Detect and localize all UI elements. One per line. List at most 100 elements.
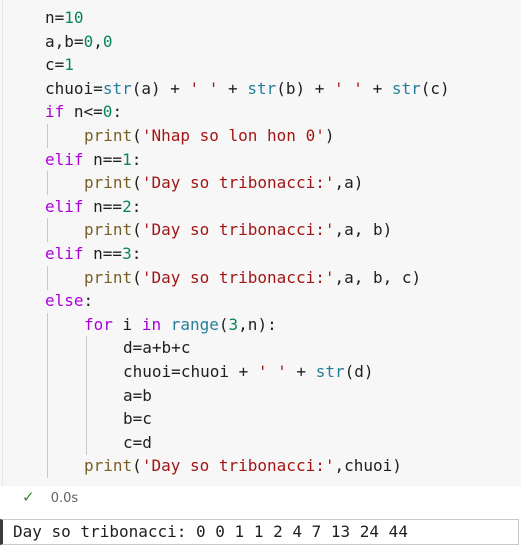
code-line[interactable]: chuoi=str(a) + ' ' + str(b) + ' ' + str(…	[45, 77, 450, 101]
code-token: n	[45, 8, 55, 27]
indent-guide	[47, 336, 48, 361]
indent-guide	[47, 218, 48, 243]
code-token: =	[132, 385, 143, 405]
code-token: 0	[102, 102, 113, 122]
indent-guide	[86, 336, 87, 361]
code-token: print	[84, 126, 133, 145]
code-line[interactable]: b=c	[123, 407, 152, 431]
code-line[interactable]: print('Nhap so lon hon 0')	[84, 124, 334, 148]
code-token: str	[315, 362, 345, 381]
code-token: (	[218, 314, 229, 334]
code-token: ' '	[189, 78, 219, 98]
indent-guide	[47, 171, 48, 196]
code-token: for	[84, 314, 113, 334]
code-line[interactable]: a,b=0,0	[45, 30, 112, 54]
code-token: n==	[83, 149, 123, 169]
output-text: Day so tribonacci: 0 0 1 1 2 4 7 13 24 4…	[13, 522, 408, 541]
code-token: in	[141, 314, 162, 334]
code-line[interactable]: print('Day so tribonacci:',chuoi)	[84, 454, 402, 478]
code-token: elif	[45, 149, 84, 169]
code-token: chuoi +	[180, 362, 258, 381]
code-token: )	[324, 126, 335, 145]
code-token: print	[84, 220, 133, 240]
code-token: b	[64, 31, 74, 51]
code-token: (d)	[344, 362, 374, 381]
code-line[interactable]: elif n==2:	[45, 195, 141, 219]
code-token: ,a, b, c)	[334, 267, 422, 287]
code-token: a+b+c	[142, 338, 191, 358]
code-line[interactable]: for i in range(3,n):	[84, 313, 277, 337]
code-line[interactable]: c=d	[123, 431, 152, 455]
code-token: =	[132, 409, 143, 429]
cell-status: ✓ 0.0s	[22, 487, 78, 507]
code-token: chuoi	[123, 362, 172, 381]
code-token: 2	[122, 196, 132, 216]
indent-guide	[47, 312, 48, 337]
code-line[interactable]: chuoi=chuoi + ' ' + str(d)	[123, 360, 374, 384]
code-token: a	[45, 31, 55, 51]
code-token: str	[102, 78, 132, 98]
code-token: if	[45, 102, 65, 122]
indent-guide	[47, 360, 48, 384]
execution-duration: 0.0s	[50, 491, 79, 506]
code-token: =	[73, 31, 84, 51]
code-token: b	[123, 409, 133, 429]
code-token: 1	[122, 149, 132, 169]
code-line[interactable]: a=b	[123, 384, 152, 408]
indent-guide	[47, 454, 48, 479]
code-token: chuoi	[45, 78, 94, 98]
code-token: print	[84, 173, 133, 193]
code-token: :	[112, 102, 123, 122]
code-line[interactable]: print('Day so tribonacci:',a, b, c)	[84, 266, 421, 290]
code-token: :	[131, 196, 142, 216]
indent-guide	[86, 360, 87, 384]
code-line[interactable]: if n<=0:	[45, 100, 122, 124]
code-token: 'Day so tribonacci:'	[141, 267, 335, 287]
code-token: c	[142, 409, 152, 429]
code-line[interactable]: else:	[45, 289, 93, 313]
code-token: n==	[83, 244, 123, 263]
code-line[interactable]: d=a+b+c	[123, 336, 190, 360]
code-line[interactable]: print('Day so tribonacci:',a, b)	[84, 218, 392, 242]
code-token: 10	[64, 8, 84, 27]
code-token: :	[131, 244, 142, 263]
code-line[interactable]: elif n==1:	[45, 148, 141, 172]
code-token: (	[132, 126, 142, 145]
check-icon: ✓	[22, 488, 35, 506]
code-token: b	[142, 385, 152, 405]
cell-gutter-line	[2, 0, 3, 486]
code-token: else	[45, 291, 84, 311]
code-token: ,a)	[334, 173, 364, 193]
code-token: 'Day so tribonacci:'	[141, 220, 335, 240]
code-token: =	[93, 78, 103, 98]
code-line[interactable]: elif n==3:	[45, 242, 141, 266]
code-token: ' '	[334, 78, 363, 98]
code-line[interactable]: print('Day so tribonacci:',a)	[84, 171, 363, 195]
code-token: print	[84, 456, 133, 476]
indent-guide	[47, 407, 48, 432]
code-cell[interactable]: n=10 a,b=0,0 c=1 chuoi=str(a) + ' ' + str(b…	[0, 0, 521, 486]
indent-guide	[47, 124, 48, 148]
code-token: =	[171, 362, 181, 381]
code-token: str	[247, 78, 277, 98]
code-token: =	[54, 55, 65, 75]
code-token: ' '	[257, 362, 287, 381]
code-token: range	[170, 314, 219, 334]
code-token: :	[131, 149, 142, 169]
code-token: d	[123, 338, 133, 358]
indent-guide	[86, 407, 87, 432]
code-token: (	[132, 456, 142, 476]
code-line[interactable]: n=10	[45, 6, 84, 30]
code-token: +	[286, 362, 316, 381]
code-token: 3	[122, 244, 132, 263]
code-token: ,n):	[238, 314, 277, 334]
code-token: 0	[102, 31, 113, 51]
code-token: str	[391, 78, 421, 98]
code-token: (c)	[420, 78, 450, 98]
code-token: =	[54, 8, 65, 27]
cell-output: Day so tribonacci: 0 0 1 1 2 4 7 13 24 4…	[0, 519, 519, 545]
code-line[interactable]: c=1	[45, 53, 74, 77]
indent-guide	[47, 430, 48, 455]
indent-guide	[86, 430, 87, 455]
code-token: :	[83, 291, 94, 311]
